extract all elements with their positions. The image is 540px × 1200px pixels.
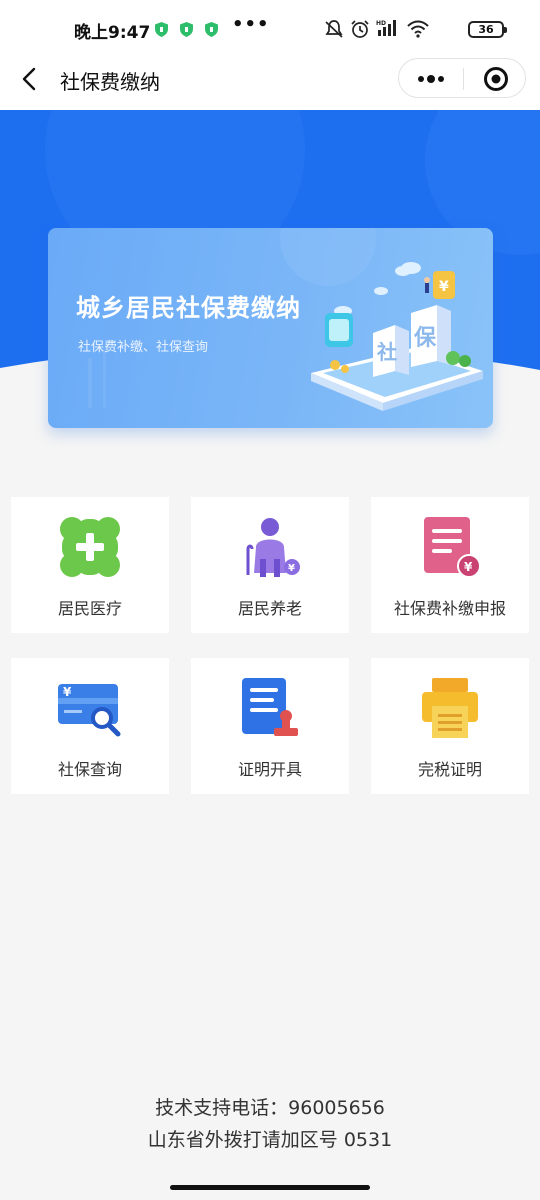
mute-bell-icon [325,20,343,38]
social-security-illustration-icon: 社 保 ¥ [311,262,483,411]
back-arrow-icon[interactable] [18,66,42,92]
shield-icon [155,22,168,37]
elderly-icon: ¥ [246,518,300,577]
svg-text:¥: ¥ [288,563,295,574]
service-label: 居民养老 [237,599,302,618]
service-label: 社保费补缴申报 [393,599,506,618]
target-close-icon[interactable] [483,66,509,92]
svg-text:¥: ¥ [439,279,449,295]
page-title: 社保费缴纳 [60,70,160,94]
banner-title: 城乡居民社保费缴纳 [76,294,301,322]
document-yuan-icon: ¥ [424,517,481,578]
service-tile-resident-medical[interactable]: 居民医疗 [11,497,169,633]
service-label: 完税证明 [417,760,482,779]
service-label: 社保查询 [57,760,122,779]
svg-text:HD: HD [376,20,386,27]
service-tile-certificate-issuance[interactable]: 证明开具 [191,658,349,794]
certificate-stamp-icon [242,678,298,736]
area-code-text: 山东省外拨打请加区号 0531 [147,1129,393,1151]
capsule-divider [463,68,464,90]
shield-icon [205,22,218,37]
svg-text:¥: ¥ [63,685,72,699]
card-search-icon: ¥ [58,684,121,737]
wifi-icon [407,20,429,38]
printer-icon [422,678,478,738]
support-footer: 技术支持电话：96005656 山东省外拨打请加区号 0531 [0,1092,540,1156]
svg-text:保: 保 [413,326,437,351]
status-time: 晚上9:47 [74,23,151,43]
support-phone-text: 技术支持电话：96005656 [155,1097,385,1119]
battery-indicator: 36 [468,21,507,38]
shield-icon [180,22,193,37]
nav-bar: 社保费缴纳 [0,58,540,110]
service-label: 证明开具 [237,760,302,779]
service-tile-supplementary-payment[interactable]: ¥ 社保费补缴申报 [371,497,529,633]
more-dots-icon[interactable] [415,67,447,91]
status-bar: 晚上9:47 ••• HD 36 [0,0,540,58]
home-indicator[interactable] [170,1185,370,1190]
status-icons: HD 36 [324,18,507,42]
service-label: 居民医疗 [57,599,122,618]
svg-text:¥: ¥ [464,560,473,574]
medical-cross-icon [60,517,120,577]
alarm-icon [351,20,369,38]
mini-program-capsule [398,58,526,98]
service-tile-resident-pension[interactable]: ¥ 居民养老 [191,497,349,633]
svg-text:社: 社 [376,340,397,364]
signal-icon: HD [376,20,396,36]
banner-subtitle: 社保费补缴、社保查询 [78,340,209,355]
service-tile-social-security-query[interactable]: ¥ 社保查询 [11,658,169,794]
service-tile-tax-certificate[interactable]: 完税证明 [371,658,529,794]
status-overflow-dots: ••• [232,14,270,35]
hero-banner[interactable]: 城乡居民社保费缴纳 社保费补缴、社保查询 社 保 ¥ [48,228,493,428]
